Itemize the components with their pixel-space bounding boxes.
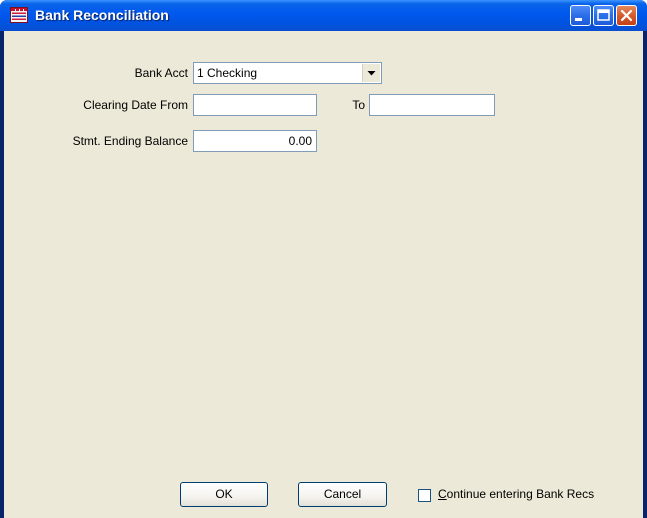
continue-entering-label-text: ontinue entering Bank Recs bbox=[446, 487, 595, 501]
bank-reconciliation-window: Bank Reconciliation Bank Acct 1 Checking bbox=[0, 0, 647, 518]
bank-reconciliation-app-icon[interactable] bbox=[10, 7, 28, 23]
stmt-ending-balance-label: Stmt. Ending Balance bbox=[72, 134, 188, 148]
continue-entering-label-accesskey: C bbox=[438, 487, 447, 501]
continue-entering-label[interactable]: Continue entering Bank Recs bbox=[438, 487, 594, 501]
maximize-button[interactable] bbox=[593, 5, 614, 26]
clearing-date-from-label: Clearing Date From bbox=[83, 98, 188, 112]
window-title: Bank Reconciliation bbox=[35, 7, 169, 23]
chevron-down-icon bbox=[367, 71, 376, 76]
clearing-date-to-label: To bbox=[352, 98, 365, 112]
cancel-button[interactable]: Cancel bbox=[298, 482, 387, 507]
dialog-body: Bank Acct 1 Checking Clearing Date From … bbox=[4, 31, 643, 518]
bank-acct-dropdown-button[interactable] bbox=[362, 64, 380, 82]
bank-acct-selected-value: 1 Checking bbox=[197, 66, 258, 80]
title-bar[interactable]: Bank Reconciliation bbox=[0, 0, 647, 31]
bank-acct-select[interactable]: 1 Checking bbox=[193, 62, 382, 84]
close-icon bbox=[620, 9, 633, 22]
clearing-date-to-input[interactable] bbox=[369, 94, 495, 116]
stmt-ending-balance-input[interactable]: 0.00 bbox=[193, 130, 317, 152]
minimize-button[interactable] bbox=[570, 5, 591, 26]
maximize-icon bbox=[597, 9, 610, 21]
bank-acct-label: Bank Acct bbox=[134, 66, 188, 80]
minimize-icon bbox=[575, 18, 582, 21]
continue-entering-checkbox[interactable] bbox=[418, 489, 431, 502]
close-button[interactable] bbox=[616, 5, 637, 26]
clearing-date-from-input[interactable] bbox=[193, 94, 317, 116]
ok-button[interactable]: OK bbox=[180, 482, 268, 507]
